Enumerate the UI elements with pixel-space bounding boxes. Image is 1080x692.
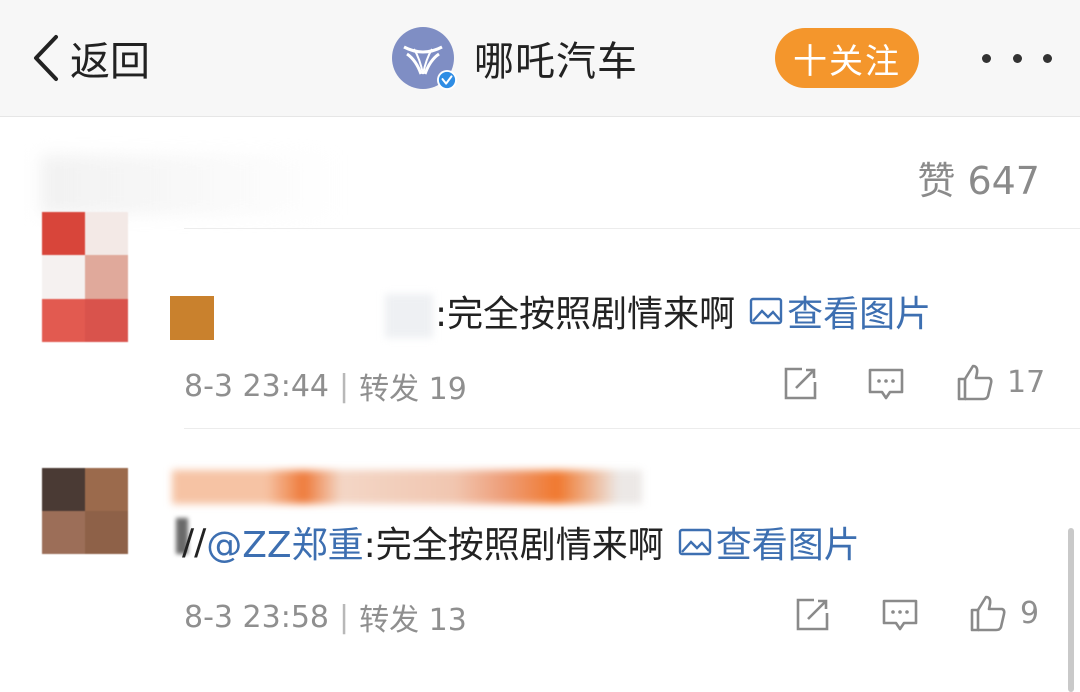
share-button[interactable] bbox=[792, 595, 832, 635]
back-label: 返回 bbox=[70, 39, 150, 85]
repost-count[interactable]: 转发 19 bbox=[359, 364, 467, 408]
verified-badge-icon bbox=[437, 70, 457, 90]
comment-icon bbox=[868, 368, 904, 400]
comment-text: // @ZZ郑重 :完全按照剧情来啊 查看图片 bbox=[182, 516, 860, 568]
comment-icon bbox=[882, 599, 918, 631]
image-icon bbox=[678, 528, 711, 556]
like-button[interactable]: 9 bbox=[968, 593, 1039, 633]
follow-button[interactable]: 十关注 bbox=[775, 28, 919, 88]
more-button[interactable] bbox=[982, 40, 1052, 76]
avatar[interactable] bbox=[42, 212, 128, 342]
more-icon bbox=[982, 53, 1052, 63]
view-image-label: 查看图片 bbox=[715, 525, 860, 566]
like-count: 9 bbox=[1020, 595, 1040, 631]
comment-button[interactable] bbox=[880, 595, 920, 635]
divider bbox=[184, 428, 1080, 429]
thumb-up-icon bbox=[970, 595, 1006, 632]
meta-separator: | bbox=[339, 599, 350, 635]
top-nav-bar: 返回 哪吒汽车 十关注 bbox=[0, 0, 1080, 117]
mention-link[interactable]: @ZZ郑重 bbox=[206, 516, 363, 568]
back-button[interactable]: 返回 bbox=[30, 30, 150, 86]
share-button[interactable] bbox=[780, 364, 820, 404]
account-header[interactable]: 哪吒汽车 bbox=[392, 26, 638, 90]
back-chevron-icon bbox=[34, 35, 58, 81]
commenter-name-blurred[interactable] bbox=[170, 296, 214, 340]
account-name[interactable]: 哪吒汽车 bbox=[474, 29, 638, 87]
meta-separator: | bbox=[339, 368, 350, 404]
share-icon bbox=[796, 598, 829, 631]
comment-time: 8-3 23:44 bbox=[184, 368, 329, 404]
divider bbox=[184, 228, 1080, 229]
commenter-name-blurred[interactable] bbox=[172, 470, 642, 504]
like-count: 17 bbox=[1007, 364, 1046, 400]
view-image-label: 查看图片 bbox=[787, 294, 932, 335]
comment-body: :完全按照剧情来啊 bbox=[363, 525, 664, 566]
brand-avatar[interactable] bbox=[392, 27, 457, 90]
comment-body: :完全按照剧情来啊 bbox=[435, 294, 736, 335]
comment-meta: 8-3 23:44 | 转发 19 bbox=[184, 364, 467, 408]
view-image-link[interactable]: 查看图片 bbox=[749, 285, 931, 337]
blurred-content bbox=[40, 155, 340, 215]
comment-button[interactable] bbox=[866, 364, 906, 404]
repost-prefix: // bbox=[182, 521, 207, 563]
comment-time: 8-3 23:58 bbox=[184, 599, 329, 635]
thumb-up-icon bbox=[957, 364, 993, 401]
like-button[interactable]: 17 bbox=[955, 362, 1045, 402]
commenter-name-blurred bbox=[385, 294, 433, 338]
view-image-link[interactable]: 查看图片 bbox=[678, 516, 860, 568]
image-icon bbox=[749, 297, 783, 325]
avatar[interactable] bbox=[42, 468, 128, 554]
comment-meta: 8-3 23:58 | 转发 13 bbox=[184, 595, 467, 639]
share-icon bbox=[784, 367, 817, 400]
scrollbar[interactable] bbox=[1068, 528, 1074, 692]
comment-text: :完全按照剧情来啊 查看图片 bbox=[435, 285, 931, 337]
post-like-count[interactable]: 赞 647 bbox=[917, 150, 1040, 205]
repost-count[interactable]: 转发 13 bbox=[359, 595, 467, 639]
